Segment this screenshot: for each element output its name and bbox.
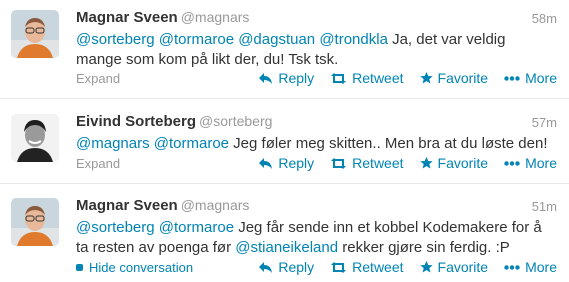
retweet-label: Retweet	[352, 259, 404, 275]
retweet-label: Retweet	[352, 70, 404, 86]
more-label: More	[525, 155, 557, 171]
tweet-timestamp[interactable]: 51m	[532, 199, 557, 214]
conversation-icon	[76, 264, 83, 271]
hide-conversation-link[interactable]: Hide conversation	[76, 260, 193, 275]
hide-conversation-label: Hide conversation	[89, 260, 194, 275]
reply-label: Reply	[278, 70, 315, 86]
avatar[interactable]	[11, 10, 59, 58]
favorite-button[interactable]: Favorite	[419, 259, 489, 275]
tweet-stream: Magnar Sveen @magnars 58m @sorteberg @tor…	[0, 0, 569, 282]
retweet-button[interactable]: Retweet	[330, 155, 404, 171]
favorite-button[interactable]: Favorite	[419, 70, 489, 86]
retweet-icon	[331, 261, 347, 273]
tweet-text: @sorteberg @tormaroe @dagstuan @trondkla…	[76, 30, 555, 70]
reply-icon	[259, 157, 273, 169]
retweet-icon	[331, 157, 347, 169]
author-name[interactable]: Magnar Sveen	[76, 9, 178, 26]
author-username[interactable]: @magnars	[181, 197, 250, 213]
author-username[interactable]: @magnars	[181, 9, 250, 25]
tweet-timestamp[interactable]: 57m	[532, 115, 557, 130]
retweet-icon	[331, 72, 347, 84]
more-label: More	[525, 70, 557, 86]
star-icon	[419, 72, 433, 84]
tweet[interactable]: Magnar Sveen @magnars 58m @sorteberg @tor…	[0, 0, 569, 99]
mention-link[interactable]: @tormaroe	[154, 135, 229, 152]
author-name[interactable]: Eivind Sorteberg	[76, 113, 196, 130]
more-button[interactable]: More	[504, 155, 557, 171]
mention-link[interactable]: @magnars	[76, 135, 150, 152]
reply-button[interactable]: Reply	[259, 70, 314, 86]
favorite-button[interactable]: Favorite	[419, 155, 489, 171]
avatar[interactable]	[11, 198, 59, 246]
tweet-text-segment: Jeg føler meg skitten.. Men bra at du lø…	[229, 135, 548, 152]
tweet[interactable]: Magnar Sveen @magnars 51m @sorteberg @tor…	[0, 184, 569, 282]
avatar[interactable]	[11, 114, 59, 162]
tweet-text: @magnars @tormaroe Jeg føler meg skitten…	[76, 134, 555, 154]
tweet-timestamp[interactable]: 58m	[532, 11, 557, 26]
reply-label: Reply	[278, 259, 315, 275]
mention-link[interactable]: @tormaroe	[159, 31, 234, 48]
favorite-label: Favorite	[437, 259, 489, 275]
reply-label: Reply	[278, 155, 315, 171]
mention-link[interactable]: @tormaroe	[159, 219, 234, 236]
reply-icon	[259, 72, 273, 84]
more-dots-icon	[504, 160, 520, 166]
tweet[interactable]: Eivind Sorteberg @sorteberg 57m @magnars …	[0, 99, 569, 184]
more-label: More	[525, 259, 557, 275]
expand-link[interactable]: Expand	[76, 71, 120, 86]
star-icon	[419, 157, 433, 169]
favorite-label: Favorite	[437, 155, 489, 171]
reply-button[interactable]: Reply	[259, 259, 314, 275]
reply-button[interactable]: Reply	[259, 155, 314, 171]
mention-link[interactable]: @stianeikeland	[235, 239, 338, 256]
tweet-text-segment: rekker gjøre sin ferdig. :P	[338, 239, 510, 256]
retweet-button[interactable]: Retweet	[330, 70, 404, 86]
author-username[interactable]: @sorteberg	[199, 113, 272, 129]
retweet-button[interactable]: Retweet	[330, 259, 404, 275]
more-button[interactable]: More	[504, 70, 557, 86]
tweet-text: @sorteberg @tormaroe Jeg får sende inn e…	[76, 218, 555, 258]
more-button[interactable]: More	[504, 259, 557, 275]
retweet-label: Retweet	[352, 155, 404, 171]
star-icon	[419, 261, 433, 273]
expand-link[interactable]: Expand	[76, 156, 120, 171]
mention-link[interactable]: @trondkla	[319, 31, 388, 48]
mention-link[interactable]: @sorteberg	[76, 31, 155, 48]
mention-link[interactable]: @sorteberg	[76, 219, 155, 236]
more-dots-icon	[504, 264, 520, 270]
reply-icon	[259, 261, 273, 273]
author-name[interactable]: Magnar Sveen	[76, 197, 178, 214]
favorite-label: Favorite	[437, 70, 489, 86]
more-dots-icon	[504, 75, 520, 81]
mention-link[interactable]: @dagstuan	[238, 31, 315, 48]
